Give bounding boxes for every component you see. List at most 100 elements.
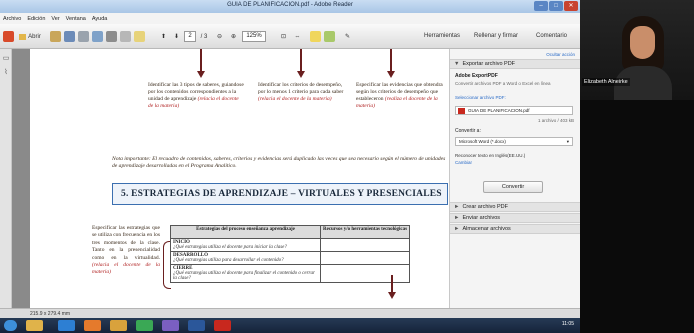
chevron-down-icon: ▾ [566,139,569,144]
change-language-link[interactable]: Cambiar [455,160,472,165]
navigation-strip: ▭ ⌇ [0,49,12,308]
previous-page-icon[interactable]: ⬆ [158,31,169,42]
zoom-in-icon[interactable]: ⊕ [228,31,239,42]
window-title: GUIA DE PLANIFICACION.pdf - Adobe Reader [227,2,353,8]
status-bar: 215.9 x 279.4 mm [0,308,580,318]
participant-face [630,26,655,59]
zoom-out-icon[interactable]: ⊖ [214,31,225,42]
table-row: INICIO ¿Qué estrategias utiliza el docen… [170,238,410,252]
word-icon[interactable] [188,320,205,331]
create-pdf-section[interactable]: ► Crear archivo PDF [450,202,580,212]
fit-page-icon[interactable]: ⊡ [278,31,289,42]
tray-clock[interactable]: 11:05 [562,321,574,327]
settings-icon[interactable] [78,31,89,42]
toolbar: Abrir ⬆ ⬇ 2 / 3 ⊖ ⊕ 125% ⊡ ⇔ ✎ Herramien… [0,24,580,49]
page-number-input[interactable]: 2 [184,31,196,42]
arrow-3 [390,49,392,73]
zoom-select[interactable]: 125% [242,31,266,42]
menu-ver[interactable]: Ver [51,16,59,22]
start-button-icon[interactable] [4,320,17,331]
file-count: 1 archivo / 403 kB [537,118,574,123]
send-files-section[interactable]: ► Enviar archivos [450,213,580,223]
convert-format-select[interactable]: Microsoft Word (*.docx) ▾ [455,137,573,146]
sticky-note-icon[interactable] [310,31,321,42]
chrome-icon[interactable] [136,320,153,331]
convert-button[interactable]: Convertir [483,181,543,193]
store-files-section[interactable]: ► Almacenar archivos [450,224,580,234]
maximize-button[interactable]: □ [549,1,563,11]
column-criterios-text: Identificar los criterios de desempeño, … [258,82,344,95]
convert-format-value: Microsoft Word (*.docx) [459,139,506,144]
row-desc-inicio: ¿Qué estrategias utiliza el docente para… [173,245,287,250]
section-heading-box: 5. ESTRATEGIAS DE APRENDIZAJE – VIRTUALE… [112,183,448,205]
row-desc-cierre: ¿Qué estrategias utiliza el docente para… [173,271,315,281]
table-row: DESARROLLO ¿Qué estrategias utiliza para… [170,251,410,265]
export-subtitle: Convertir archivos PDF a Word o Excel en… [455,81,551,86]
media-player-icon[interactable] [84,320,101,331]
menu-ventana[interactable]: Ventana [66,16,86,22]
strategies-instruction-note: (relacia el docente de la materia) [92,262,160,276]
save-icon[interactable] [64,31,75,42]
pdf-page: Identificar las 3 tipos de saberes, guia… [30,49,449,308]
fit-width-icon[interactable]: ⇔ [292,31,303,42]
participant-name: Elizabeth Alneirke [582,78,630,86]
export-title: Adobe ExportPDF [455,73,498,79]
create-icon[interactable] [3,31,14,42]
strategies-instruction-text: Especificar las estrategias que se utili… [92,225,160,261]
highlight-icon[interactable] [324,31,335,42]
table-header-strategies: Estrategias del proceso enseñanza aprend… [170,225,321,239]
arrowhead-1 [197,71,205,78]
collapse-arrow-icon: ▼ [454,61,460,67]
folder-icon [19,33,27,40]
sign-icon[interactable]: ✎ [342,31,353,42]
print-icon[interactable] [106,31,117,42]
important-note: Nota importante: El recuadro de contenid… [112,156,446,169]
menu-archivo[interactable]: Archivo [3,16,21,22]
comment-icon[interactable] [134,31,145,42]
arrow-2 [300,49,302,73]
expand-arrow-icon: ► [454,204,460,210]
expand-arrow-icon: ► [454,226,460,232]
adobe-reader-window: GUIA DE PLANIFICACION.pdf - Adobe Reader… [0,0,580,318]
email-icon[interactable] [120,31,131,42]
menu-edicion[interactable]: Edición [27,16,45,22]
arrow-down-resources [391,275,393,293]
arrowhead-down-resources [388,292,396,299]
page-thumbnails-icon[interactable]: ▭ [2,55,10,63]
hide-pane-link[interactable]: Ocultar acción [546,52,575,57]
taskbar: 11:05 [0,318,580,333]
folder-taskbar-icon[interactable] [110,320,127,331]
store-files-header: Almacenar archivos [462,226,511,232]
fill-sign-button[interactable]: Rellenar y firmar [474,33,518,39]
table-cell-empty [320,264,410,283]
export-pdf-section[interactable]: ▼ Exportar archivo PDF [450,59,580,69]
table-cell-desarrollo: DESARROLLO ¿Qué estrategias utiliza para… [170,251,321,265]
upload-icon[interactable] [92,31,103,42]
column-saberes: Identificar las 3 tipos de saberes, guia… [148,82,244,110]
row-desc-desarrollo: ¿Qué estrategias utiliza para desarrolla… [173,258,284,263]
arrowhead-3 [387,71,395,78]
close-button[interactable]: ✕ [564,1,578,11]
document-area[interactable]: Identificar las 3 tipos de saberes, guia… [12,49,449,308]
recognize-text-label: Reconocer texto en Inglés(EE.UU.) [455,153,526,158]
explorer-icon[interactable] [26,320,43,331]
convert-icon[interactable] [50,31,61,42]
comment-button[interactable]: Comentario [536,33,567,39]
menu-ayuda[interactable]: Ayuda [92,16,108,22]
attachments-icon[interactable]: ⌇ [2,69,10,77]
app-taskbar-icon[interactable] [162,320,179,331]
minimize-button[interactable]: – [534,1,548,11]
table-header-row: Estrategias del proceso enseñanza aprend… [170,225,410,239]
menu-bar: Archivo Edición Ver Ventana Ayuda [0,13,580,24]
next-page-icon[interactable]: ⬇ [171,31,182,42]
open-button[interactable]: Abrir [17,31,43,42]
export-pdf-header: Exportar archivo PDF [462,61,516,67]
tools-button[interactable]: Herramientas [424,33,460,39]
open-label: Abrir [28,33,41,40]
selected-file[interactable]: GUIA DE PLANIFICACION.pdf [455,106,573,115]
select-pdf-label[interactable]: Seleccionar archivo PDF: [455,95,506,100]
internet-explorer-icon[interactable] [58,320,75,331]
video-panel-background [580,100,694,333]
adobe-reader-taskbar-icon[interactable] [214,320,231,331]
strategies-table: Estrategias del proceso enseñanza aprend… [170,225,410,283]
